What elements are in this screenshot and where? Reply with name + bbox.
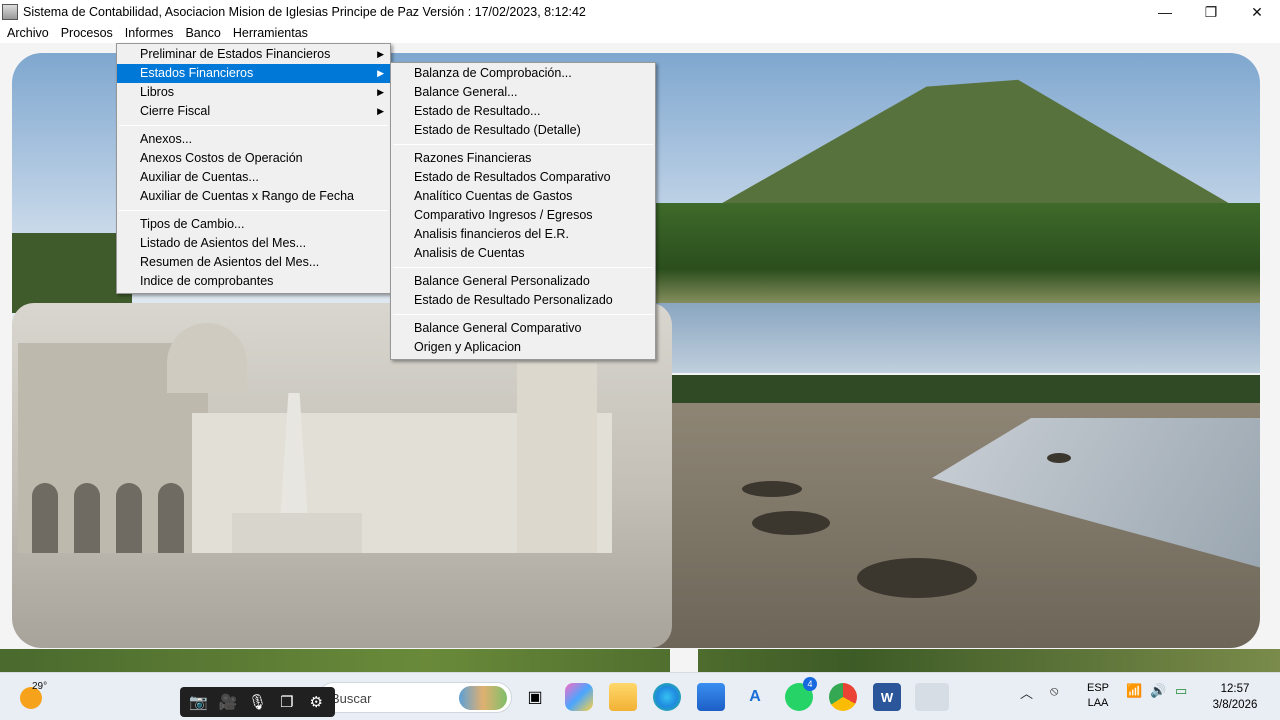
- window-title: Sistema de Contabilidad, Asociacion Misi…: [23, 5, 586, 19]
- battery-icon[interactable]: ▭: [1175, 683, 1187, 699]
- menu-item-estado-resultado[interactable]: Estado de Resultado...: [391, 102, 655, 121]
- weather-widget[interactable]: 29°: [18, 681, 48, 711]
- app-icon: [2, 4, 18, 20]
- clock[interactable]: 12:57 3/8/2026: [1200, 681, 1270, 713]
- language-label: ESP: [1086, 682, 1109, 694]
- menu-separator: [393, 267, 653, 268]
- task-view-icon[interactable]: ▣: [521, 683, 549, 711]
- weather-temperature: 29°: [32, 681, 48, 692]
- menu-item-estados-financieros[interactable]: Estados Financieros ▶: [117, 64, 390, 83]
- gear-icon[interactable]: ⚙: [305, 693, 327, 711]
- keyboard-layout-label: LAA: [1087, 697, 1109, 709]
- microphone-icon[interactable]: 🎙: [246, 693, 268, 711]
- chrome-icon[interactable]: [829, 683, 857, 711]
- minimize-button[interactable]: —: [1142, 0, 1188, 24]
- menu-item-razones-financieras[interactable]: Razones Financieras: [391, 149, 655, 168]
- bell-tower: [517, 363, 597, 553]
- submenu-arrow-icon: ▶: [377, 49, 384, 59]
- taskbar: 29° Buscar 📷 🎥 🎙 ❐ ⚙ ▣ A 4 W ︿ ⦸ ESP LAA…: [0, 672, 1280, 720]
- camera-icon[interactable]: 📷: [188, 693, 210, 711]
- menu-item-balance-comparativo[interactable]: Balance General Comparativo: [391, 319, 655, 338]
- video-camera-icon[interactable]: 🎥: [217, 693, 239, 711]
- file-explorer-icon[interactable]: [609, 683, 637, 711]
- title-bar: Sistema de Contabilidad, Asociacion Misi…: [0, 0, 1280, 24]
- menu-separator: [119, 210, 388, 211]
- menu-item-libros[interactable]: Libros ▶: [117, 83, 390, 102]
- menu-banco[interactable]: Banco: [179, 24, 226, 43]
- menu-item-balance-general[interactable]: Balance General...: [391, 83, 655, 102]
- menu-bar: Archivo Procesos Informes Banco Herramie…: [0, 24, 1280, 43]
- menu-item-analitico-gastos[interactable]: Analítico Cuentas de Gastos: [391, 187, 655, 206]
- dome: [167, 323, 247, 393]
- menu-item-anexos[interactable]: Anexos...: [117, 130, 390, 149]
- menu-archivo[interactable]: Archivo: [1, 24, 55, 43]
- menu-item-auxiliar-rango-fecha[interactable]: Auxiliar de Cuentas x Rango de Fecha: [117, 187, 390, 206]
- whatsapp-icon[interactable]: 4: [785, 677, 817, 711]
- menu-item-resumen-asientos[interactable]: Resumen de Asientos del Mes...: [117, 253, 390, 272]
- menu-item-origen-aplicacion[interactable]: Origen y Aplicacion: [391, 338, 655, 357]
- edge-browser-icon[interactable]: [653, 683, 681, 711]
- microsoft-store-icon[interactable]: [697, 683, 725, 711]
- search-highlight-image: [459, 686, 507, 710]
- volume-icon[interactable]: 🔊: [1150, 683, 1166, 699]
- contabilidad-app-icon[interactable]: [915, 683, 949, 711]
- menu-item-resultados-comparativo[interactable]: Estado de Resultados Comparativo: [391, 168, 655, 187]
- menu-item-comparativo-ingresos-egresos[interactable]: Comparativo Ingresos / Egresos: [391, 206, 655, 225]
- menu-item-analisis-cuentas[interactable]: Analisis de Cuentas: [391, 244, 655, 263]
- submenu-arrow-icon: ▶: [377, 106, 384, 116]
- menu-item-label: Preliminar de Estados Financieros: [140, 47, 331, 61]
- search-placeholder: Buscar: [331, 691, 372, 706]
- turtle: [752, 511, 830, 535]
- word-icon[interactable]: W: [873, 683, 901, 711]
- app-a-icon[interactable]: A: [741, 683, 769, 711]
- turtle: [1047, 453, 1071, 463]
- menu-item-balance-personalizado[interactable]: Balance General Personalizado: [391, 272, 655, 291]
- maximize-button[interactable]: ❐: [1188, 0, 1234, 24]
- capture-toolbar: 📷 🎥 🎙 ❐ ⚙: [180, 687, 335, 717]
- menu-separator: [393, 314, 653, 315]
- clock-date: 3/8/2026: [1212, 699, 1258, 711]
- menu-separator: [393, 144, 653, 145]
- menu-herramientas[interactable]: Herramientas: [227, 24, 314, 43]
- menu-item-auxiliar-cuentas[interactable]: Auxiliar de Cuentas...: [117, 168, 390, 187]
- search-box[interactable]: Buscar: [318, 682, 512, 713]
- location-off-icon[interactable]: ⦸: [1050, 683, 1058, 699]
- menu-item-label: Cierre Fiscal: [140, 104, 211, 118]
- informes-dropdown: Preliminar de Estados Financieros ▶ Esta…: [116, 43, 391, 294]
- submenu-arrow-icon: ▶: [377, 68, 384, 78]
- chevron-up-icon[interactable]: ︿: [1020, 683, 1033, 702]
- menu-separator: [119, 125, 388, 126]
- turtle: [742, 481, 802, 497]
- menu-item-label: Libros: [140, 85, 175, 99]
- clock-time: 12:57: [1220, 683, 1250, 695]
- bottom-image-strip: [0, 649, 1280, 672]
- menu-item-listado-asientos[interactable]: Listado de Asientos del Mes...: [117, 234, 390, 253]
- menu-item-resultado-personalizado[interactable]: Estado de Resultado Personalizado: [391, 291, 655, 310]
- menu-item-cierre-fiscal[interactable]: Cierre Fiscal ▶: [117, 102, 390, 121]
- window-controls: — ❐ ✕: [1142, 0, 1280, 24]
- menu-item-tipos-cambio[interactable]: Tipos de Cambio...: [117, 215, 390, 234]
- copilot-icon[interactable]: [565, 683, 593, 711]
- menu-item-label: Estados Financieros: [140, 66, 254, 80]
- menu-item-preliminar-estados[interactable]: Preliminar de Estados Financieros ▶: [117, 45, 390, 64]
- menu-procesos[interactable]: Procesos: [55, 24, 119, 43]
- close-button[interactable]: ✕: [1234, 0, 1280, 24]
- menu-item-balanza-comprobacion[interactable]: Balanza de Comprobación...: [391, 64, 655, 83]
- wifi-icon[interactable]: 📶: [1126, 683, 1142, 699]
- language-indicator[interactable]: ESP LAA: [1082, 681, 1114, 711]
- window-icon[interactable]: ❐: [276, 693, 298, 711]
- notification-badge: 4: [803, 677, 817, 691]
- menu-item-indice-comprobantes[interactable]: Indice de comprobantes: [117, 272, 390, 291]
- menu-item-estado-resultado-detalle[interactable]: Estado de Resultado (Detalle): [391, 121, 655, 140]
- submenu-arrow-icon: ▶: [377, 87, 384, 97]
- estados-financieros-submenu: Balanza de Comprobación... Balance Gener…: [390, 62, 656, 360]
- turtle: [857, 558, 977, 598]
- menu-item-analisis-financieros-er[interactable]: Analisis financieros del E.R.: [391, 225, 655, 244]
- menu-item-anexos-costos[interactable]: Anexos Costos de Operación: [117, 149, 390, 168]
- menu-informes[interactable]: Informes: [119, 24, 180, 43]
